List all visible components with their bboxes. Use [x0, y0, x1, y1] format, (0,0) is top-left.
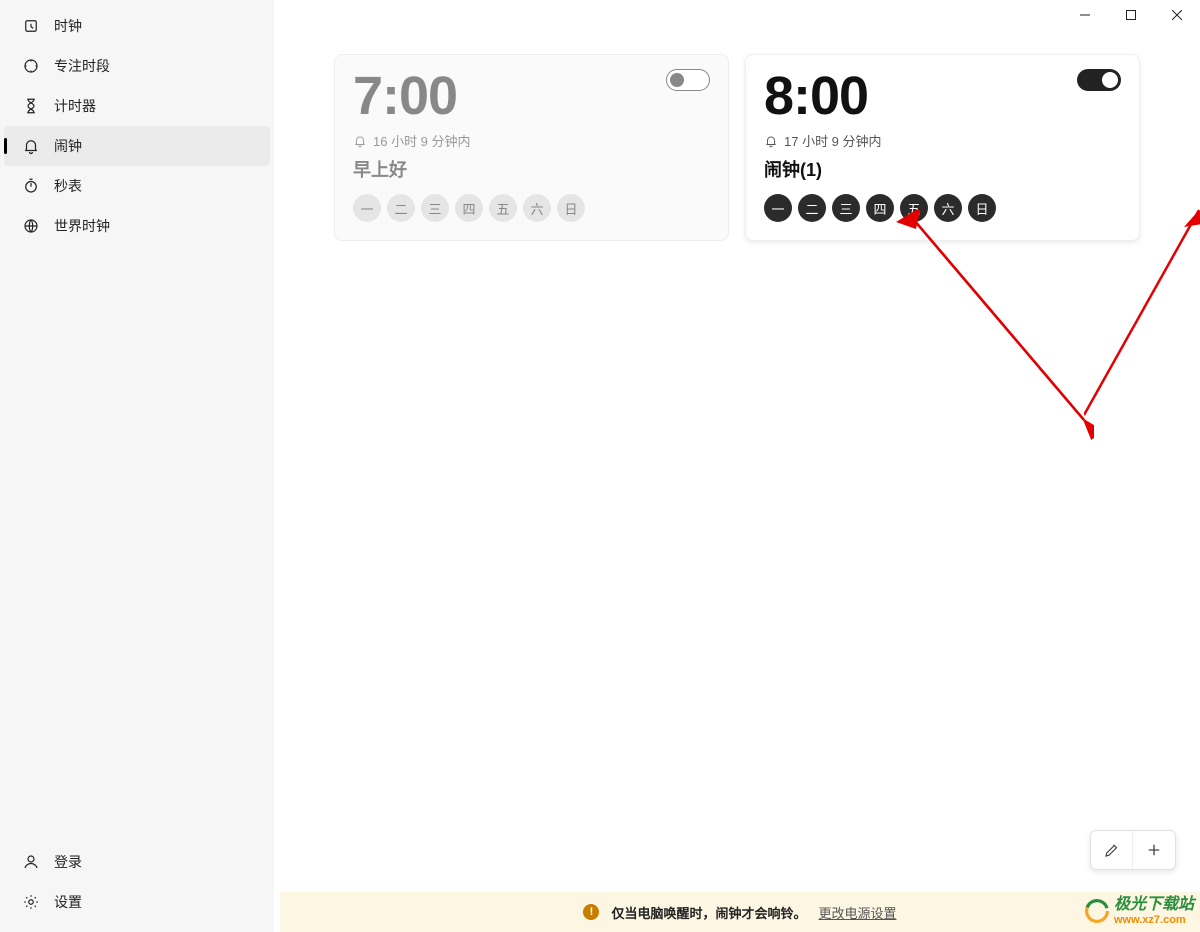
alarm-clock-icon	[22, 17, 40, 35]
countdown-text: 16 小时 9 分钟内	[373, 131, 471, 150]
day-fri[interactable]: 五	[489, 194, 517, 222]
sidebar-item-worldclock[interactable]: 世界时钟	[4, 206, 270, 246]
action-bar	[1090, 830, 1176, 870]
alarm-card[interactable]: 8:00 17 小时 9 分钟内 闹钟(1) 一 二 三 四 五 六 日	[745, 54, 1140, 241]
sidebar-label: 登录	[54, 852, 82, 872]
alarm-countdown: 16 小时 9 分钟内	[353, 131, 710, 150]
sidebar-label: 设置	[54, 892, 82, 912]
sidebar-bottom: 登录 设置	[0, 842, 274, 922]
focus-icon	[22, 57, 40, 75]
sidebar-item-settings[interactable]: 设置	[4, 882, 270, 922]
day-thu[interactable]: 四	[866, 194, 894, 222]
sidebar: 时钟 专注时段 计时器 闹钟 秒表	[0, 0, 274, 932]
watermark-title: 极光下载站	[1114, 896, 1194, 914]
day-tue[interactable]: 二	[798, 194, 826, 222]
day-thu[interactable]: 四	[455, 194, 483, 222]
countdown-text: 17 小时 9 分钟内	[784, 131, 882, 150]
main-area: 7:00 16 小时 9 分钟内 早上好 一 二 三 四 五 六 日 8:00	[274, 0, 1200, 932]
sidebar-label: 时钟	[54, 16, 82, 36]
alarm-countdown: 17 小时 9 分钟内	[764, 131, 1121, 150]
day-wed[interactable]: 三	[832, 194, 860, 222]
day-mon[interactable]: 一	[764, 194, 792, 222]
day-sat[interactable]: 六	[934, 194, 962, 222]
alarm-toggle[interactable]	[1077, 69, 1121, 91]
day-sun[interactable]: 日	[968, 194, 996, 222]
alarm-label: 闹钟(1)	[764, 156, 1121, 182]
gear-icon	[22, 893, 40, 911]
sidebar-item-timer[interactable]: 计时器	[4, 86, 270, 126]
day-sat[interactable]: 六	[523, 194, 551, 222]
sidebar-label: 闹钟	[54, 136, 82, 156]
info-text: 仅当电脑唤醒时，闹钟才会响铃。	[611, 903, 806, 922]
day-tue[interactable]: 二	[387, 194, 415, 222]
alarm-list: 7:00 16 小时 9 分钟内 早上好 一 二 三 四 五 六 日 8:00	[274, 34, 1200, 932]
day-mon[interactable]: 一	[353, 194, 381, 222]
day-sun[interactable]: 日	[557, 194, 585, 222]
alarm-days: 一 二 三 四 五 六 日	[353, 194, 710, 222]
titlebar	[274, 0, 1200, 34]
alarm-time: 7:00	[353, 69, 710, 123]
maximize-button[interactable]	[1108, 0, 1154, 30]
day-wed[interactable]: 三	[421, 194, 449, 222]
sidebar-label: 计时器	[54, 96, 96, 116]
sidebar-nav: 时钟 专注时段 计时器 闹钟 秒表	[0, 6, 274, 842]
alarm-label: 早上好	[353, 156, 710, 182]
sidebar-item-clock[interactable]: 时钟	[4, 6, 270, 46]
watermark-logo-icon	[1084, 898, 1110, 924]
add-button[interactable]	[1133, 831, 1175, 869]
sidebar-label: 专注时段	[54, 56, 110, 76]
watermark-url: www.xz7.com	[1114, 914, 1194, 926]
info-icon: !	[583, 904, 599, 920]
edit-button[interactable]	[1091, 831, 1133, 869]
close-button[interactable]	[1154, 0, 1200, 30]
alarm-time: 8:00	[764, 69, 1121, 123]
bell-icon	[22, 137, 40, 155]
minimize-button[interactable]	[1062, 0, 1108, 30]
user-icon	[22, 853, 40, 871]
sidebar-item-login[interactable]: 登录	[4, 842, 270, 882]
sidebar-item-focus[interactable]: 专注时段	[4, 46, 270, 86]
sidebar-item-stopwatch[interactable]: 秒表	[4, 166, 270, 206]
day-fri[interactable]: 五	[900, 194, 928, 222]
bell-icon	[353, 134, 367, 148]
bell-icon	[764, 134, 778, 148]
stopwatch-icon	[22, 177, 40, 195]
info-bar: ! 仅当电脑唤醒时，闹钟才会响铃。 更改电源设置	[280, 892, 1200, 932]
hourglass-icon	[22, 97, 40, 115]
power-settings-link[interactable]: 更改电源设置	[819, 903, 897, 922]
alarm-days: 一 二 三 四 五 六 日	[764, 194, 1121, 222]
alarm-card[interactable]: 7:00 16 小时 9 分钟内 早上好 一 二 三 四 五 六 日	[334, 54, 729, 241]
sidebar-label: 世界时钟	[54, 216, 110, 236]
sidebar-item-alarm[interactable]: 闹钟	[4, 126, 270, 166]
watermark: 极光下载站 www.xz7.com	[1084, 896, 1194, 926]
sidebar-label: 秒表	[54, 176, 82, 196]
alarm-toggle[interactable]	[666, 69, 710, 91]
globe-icon	[22, 217, 40, 235]
